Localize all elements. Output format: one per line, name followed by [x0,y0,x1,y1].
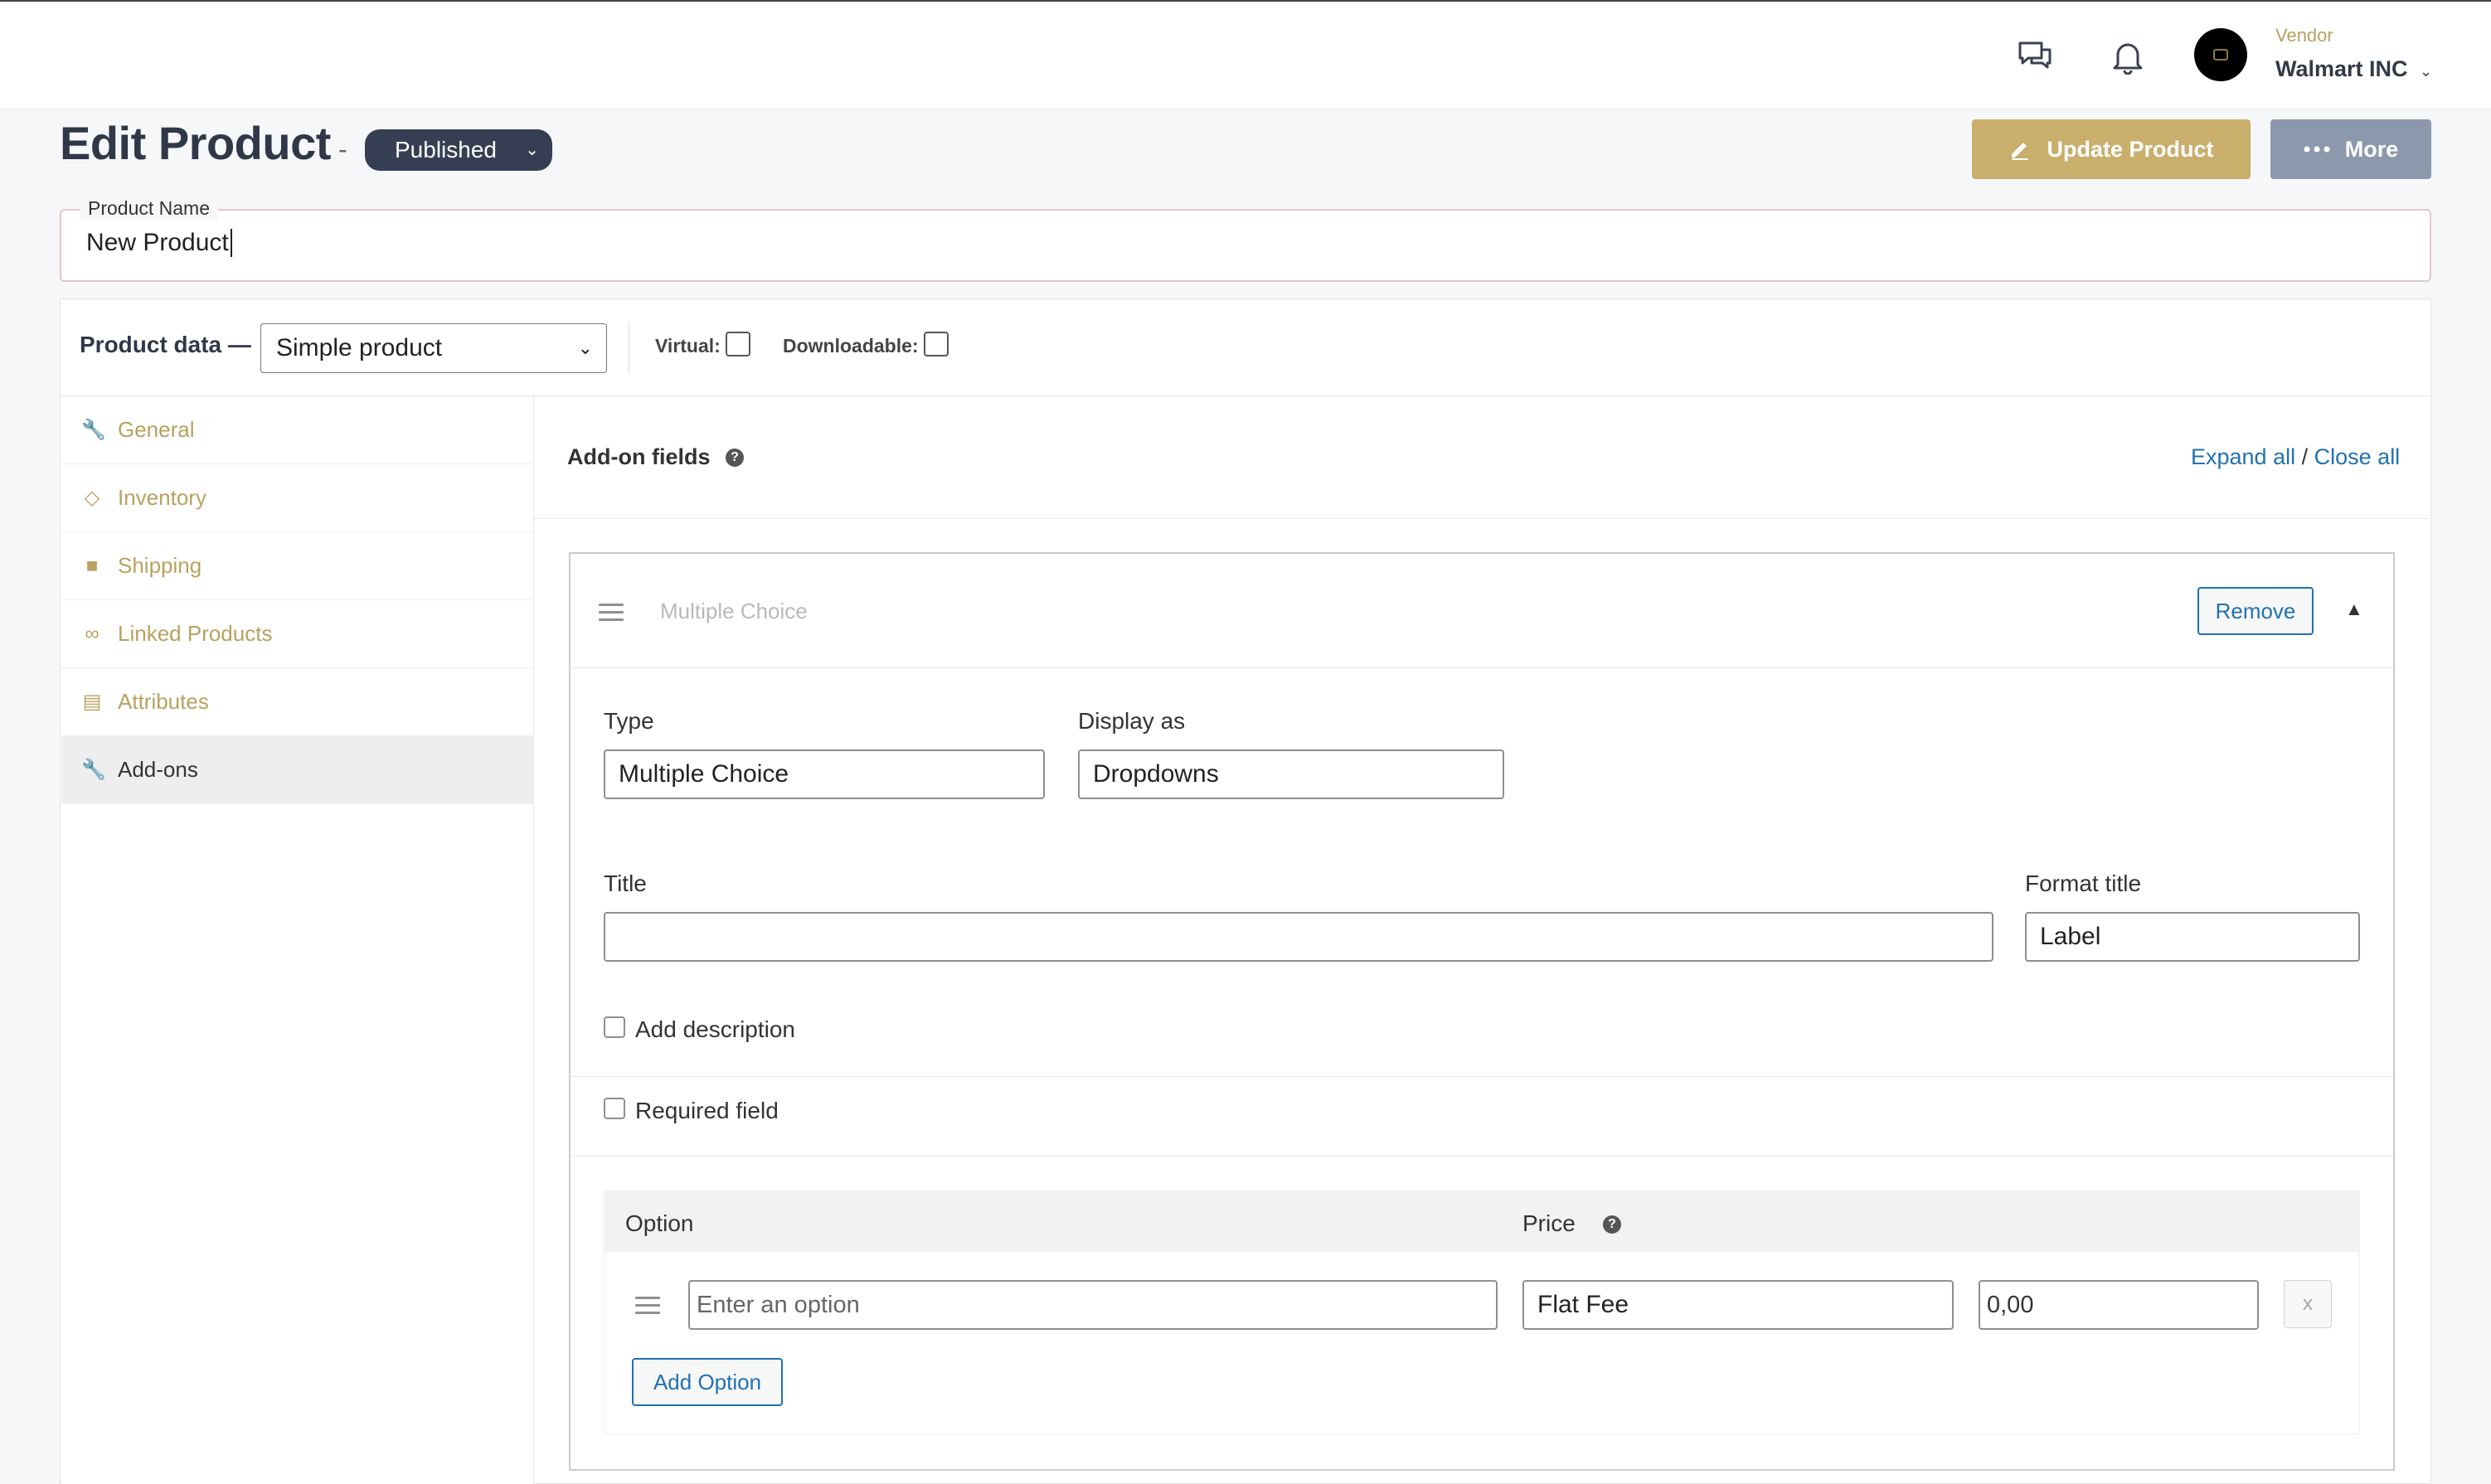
status-label: Published [395,137,497,163]
help-icon[interactable]: ? [726,449,744,467]
add-description-checkbox[interactable] [604,1016,625,1038]
virtual-checkbox[interactable] [726,332,750,356]
help-icon[interactable]: ? [1603,1215,1621,1234]
collapse-icon[interactable]: ▲ [2345,599,2363,620]
divider [571,1156,2393,1157]
link-separator: / [2302,444,2309,469]
title-input[interactable] [604,912,1993,962]
vendor-name[interactable]: Walmart INC [2275,56,2408,82]
product-type-value: Simple product [276,334,442,362]
list-icon: ▤ [81,690,103,714]
price-column-header: Price [1522,1210,1576,1237]
chevron-down-icon: ⌄ [578,337,593,359]
more-button[interactable]: More [2270,119,2431,179]
avatar[interactable] [2194,28,2247,81]
display-as-select[interactable]: Dropdowns [1078,749,1504,799]
addon-card-name: Multiple Choice [660,599,808,624]
required-field-checkbox[interactable] [604,1098,625,1119]
downloadable-label: Downloadable: [783,335,919,357]
addon-card-header[interactable] [571,554,2393,668]
chevron-down-icon: ⌄ [525,139,539,160]
tab-label: Attributes [118,689,209,715]
tab-inventory[interactable]: ◇ Inventory [61,464,534,532]
chevron-down-icon[interactable]: ⌄ [2420,63,2432,80]
tab-add-ons[interactable]: 🔧 Add-ons [61,736,534,804]
divider [571,1076,2393,1077]
virtual-label: Virtual: [655,335,721,357]
tab-label: Inventory [118,485,206,511]
option-column-header: Option [625,1210,694,1237]
format-title-label: Format title [2025,871,2141,897]
product-data-label: Product data — [80,332,251,358]
wrench-icon: 🔧 [81,418,103,442]
add-description-label[interactable]: Add description [635,1016,795,1043]
drag-handle-icon[interactable] [599,604,624,626]
display-as-label: Display as [1078,708,1185,735]
tab-label: Linked Products [118,621,272,647]
addon-fields-header [534,396,2430,519]
type-select[interactable]: Multiple Choice [604,749,1045,799]
update-product-button[interactable]: Update Product [1972,119,2251,179]
product-name-label: Product Name [80,197,218,220]
truck-icon: ■ [81,555,103,578]
options-table-header [604,1191,2360,1252]
title-label: Title [604,871,647,897]
drag-handle-icon[interactable] [635,1297,660,1319]
tag-icon: ◇ [81,486,103,510]
vendor-role: Vendor [2275,25,2333,46]
tab-label: Shipping [118,553,202,579]
tab-label: General [118,417,195,443]
tab-linked-products[interactable]: ∞ Linked Products [61,600,534,668]
title-dash: - [338,134,347,165]
vendor-logo-icon [2213,49,2228,61]
options-table-body [604,1252,2360,1434]
format-title-select[interactable]: Label [2025,912,2360,962]
add-option-button[interactable]: Add Option [632,1358,783,1406]
status-dropdown[interactable]: Published ⌄ [365,129,552,171]
bell-icon[interactable] [2105,33,2151,80]
type-label: Type [604,708,654,735]
link-icon: ∞ [81,623,103,646]
addon-fields-title: Add-on fields [567,444,710,470]
ellipsis-icon [2304,146,2330,153]
remove-button[interactable]: Remove [2197,587,2314,635]
downloadable-checkbox[interactable] [924,332,949,356]
product-type-select[interactable]: Simple product ⌄ [260,323,607,373]
expand-close-links: Expand all / Close all [2191,444,2400,470]
more-label: More [2345,137,2399,162]
remove-option-button[interactable]: x [2284,1280,2332,1328]
product-name-value[interactable]: New Product [86,229,232,257]
expand-all-link[interactable]: Expand all [2191,444,2295,469]
tab-general[interactable]: 🔧 General [61,396,534,464]
product-name-input[interactable] [60,209,2431,282]
option-input[interactable]: Enter an option [688,1280,1498,1330]
price-type-select[interactable]: Flat Fee [1522,1280,1954,1330]
page-title: Edit Product [60,116,331,170]
edit-icon [2008,138,2032,161]
tab-attributes[interactable]: ▤ Attributes [61,668,534,736]
chat-icon[interactable] [2012,33,2058,80]
required-field-label[interactable]: Required field [635,1098,779,1124]
tab-shipping[interactable]: ■ Shipping [61,532,534,600]
update-product-label: Update Product [2047,137,2213,162]
tab-label: Add-ons [118,757,198,783]
close-all-link[interactable]: Close all [2314,444,2401,469]
wrench-icon: 🔧 [81,758,103,782]
price-input[interactable]: 0,00 [1979,1280,2259,1330]
